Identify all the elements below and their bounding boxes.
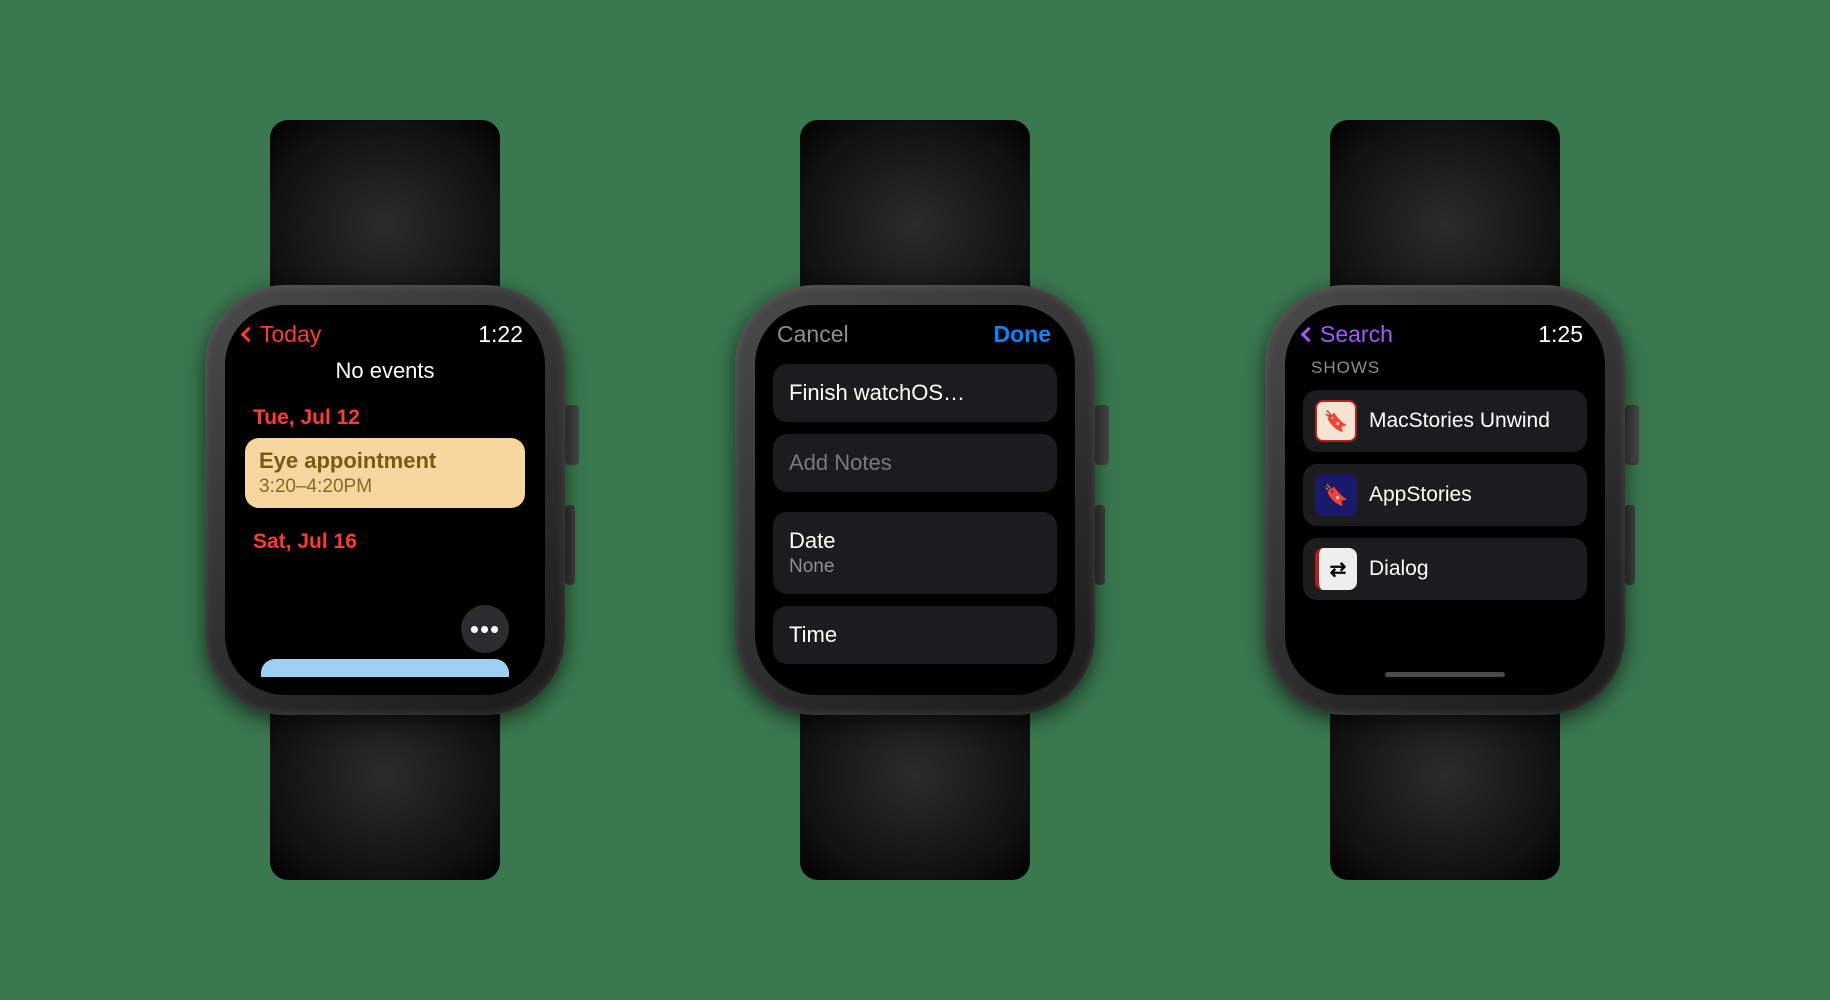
status-bar: Today 1:22 [241, 317, 529, 356]
side-button[interactable] [1625, 505, 1635, 585]
title-field[interactable]: Finish watchOS… [773, 364, 1057, 422]
watch-case: Today 1:22 No events Tue, Jul 12 Eye app… [205, 285, 565, 715]
no-events-label: No events [241, 358, 529, 384]
home-indicator [1385, 672, 1505, 677]
date-label: Date [789, 528, 1041, 554]
clock-time: 1:22 [478, 321, 523, 348]
screen: Search 1:25 SHOWS 🔖 MacStories Unwind 🔖 … [1285, 305, 1605, 695]
back-button[interactable]: Search [1303, 321, 1393, 348]
form-header: Cancel Done [771, 317, 1059, 358]
show-name: AppStories [1369, 483, 1472, 507]
watch-case: Cancel Done Finish watchOS… Add Notes Da… [735, 285, 1095, 715]
show-artwork-icon: ⇄ [1315, 548, 1357, 590]
clock-time: 1:25 [1538, 321, 1583, 348]
event-title: Eye appointment [259, 448, 511, 474]
cancel-button[interactable]: Cancel [777, 321, 849, 348]
time-field[interactable]: Time [773, 606, 1057, 664]
show-row[interactable]: ⇄ Dialog [1303, 538, 1587, 600]
status-bar: Search 1:25 [1301, 317, 1589, 356]
date-field[interactable]: Date None [773, 512, 1057, 594]
back-button[interactable]: Today [243, 321, 321, 348]
digital-crown[interactable] [1095, 405, 1109, 465]
done-button[interactable]: Done [994, 321, 1052, 348]
chevron-left-icon [241, 327, 257, 343]
screen: Cancel Done Finish watchOS… Add Notes Da… [755, 305, 1075, 695]
side-button[interactable] [1095, 505, 1105, 585]
next-event-peek[interactable] [261, 659, 509, 677]
side-button[interactable] [565, 505, 575, 585]
apple-watch-calendar: Today 1:22 No events Tue, Jul 12 Eye app… [175, 120, 595, 880]
digital-crown[interactable] [1625, 405, 1639, 465]
notes-placeholder: Add Notes [789, 450, 892, 475]
digital-crown[interactable] [565, 405, 579, 465]
show-artwork-icon: 🔖 [1315, 474, 1357, 516]
date-header-2: Sat, Jul 16 [253, 530, 529, 554]
date-header-1: Tue, Jul 12 [253, 406, 529, 430]
chevron-left-icon [1301, 327, 1317, 343]
ellipsis-icon: ••• [470, 614, 500, 645]
show-name: MacStories Unwind [1369, 409, 1550, 433]
more-button[interactable]: ••• [461, 605, 509, 653]
event-time: 3:20–4:20PM [259, 476, 511, 498]
calendar-event[interactable]: Eye appointment 3:20–4:20PM [245, 438, 525, 508]
date-value: None [789, 556, 1041, 578]
screen: Today 1:22 No events Tue, Jul 12 Eye app… [225, 305, 545, 695]
show-row[interactable]: 🔖 MacStories Unwind [1303, 390, 1587, 452]
watch-case: Search 1:25 SHOWS 🔖 MacStories Unwind 🔖 … [1265, 285, 1625, 715]
back-label: Today [260, 321, 321, 348]
section-header: SHOWS [1311, 358, 1589, 378]
apple-watch-podcast-search: Search 1:25 SHOWS 🔖 MacStories Unwind 🔖 … [1235, 120, 1655, 880]
notes-field[interactable]: Add Notes [773, 434, 1057, 492]
show-name: Dialog [1369, 557, 1429, 581]
apple-watch-reminder-form: Cancel Done Finish watchOS… Add Notes Da… [705, 120, 1125, 880]
show-row[interactable]: 🔖 AppStories [1303, 464, 1587, 526]
back-label: Search [1320, 321, 1393, 348]
show-artwork-icon: 🔖 [1315, 400, 1357, 442]
title-value: Finish watchOS… [789, 380, 965, 405]
time-label: Time [789, 622, 1041, 648]
